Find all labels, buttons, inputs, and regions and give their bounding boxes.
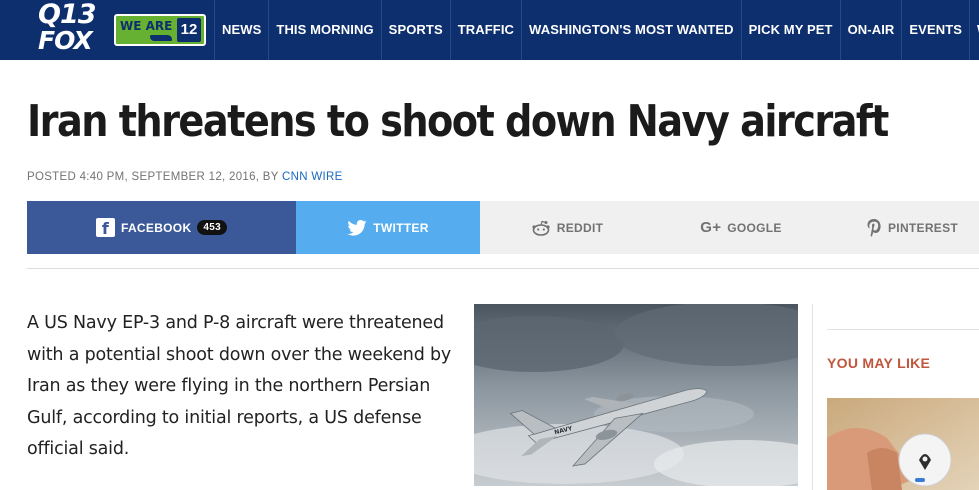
nav-item-most-wanted[interactable]: WASHINGTON'S MOST WANTED bbox=[521, 0, 741, 60]
nav-item-on-air[interactable]: ON-AIR bbox=[839, 0, 902, 60]
twitter-label: TWITTER bbox=[373, 220, 429, 235]
facebook-label: FACEBOOK bbox=[121, 220, 192, 235]
twitter-share-button[interactable]: TWITTER bbox=[296, 201, 480, 254]
facebook-share-button[interactable]: f FACEBOOK 453 bbox=[27, 201, 296, 254]
nav-item-weather[interactable]: WEATHER bbox=[969, 0, 979, 60]
author-link[interactable]: CNN WIRE bbox=[282, 171, 343, 183]
pinterest-share-button[interactable]: PINTEREST bbox=[828, 201, 979, 254]
recommended-thumbnail[interactable] bbox=[827, 398, 979, 490]
nav-item-sports[interactable]: SPORTS bbox=[380, 0, 450, 60]
article-byline: POSTED 4:40 PM, SEPTEMBER 12, 2016, BY C… bbox=[27, 171, 343, 183]
google-label: GOOGLE bbox=[727, 220, 782, 235]
google-plus-icon: G+ bbox=[700, 219, 722, 236]
sidebar-top-rule bbox=[827, 329, 979, 330]
nav-item-events[interactable]: EVENTS bbox=[901, 0, 969, 60]
you-may-like-heading: YOU MAY LIKE bbox=[827, 355, 931, 371]
badge-text: WE ARE bbox=[120, 19, 173, 33]
google-share-button[interactable]: G+ GOOGLE bbox=[654, 201, 828, 254]
pinterest-icon bbox=[866, 218, 882, 238]
reddit-label: REDDIT bbox=[556, 220, 604, 235]
we-are-12-badge[interactable]: WE ARE 12 bbox=[114, 14, 206, 46]
aircraft-photo[interactable]: NAVY bbox=[474, 304, 798, 486]
reddit-icon bbox=[531, 220, 551, 236]
q13-fox-logo[interactable]: Q13 FOX bbox=[38, 0, 102, 58]
share-bar: f FACEBOOK 453 TWITTER REDDIT G+ GOOGLE … bbox=[27, 201, 979, 254]
top-nav-bar: Q13 FOX WE ARE 12 NEWS THIS MORNING SPOR… bbox=[0, 0, 979, 60]
pinterest-label: PINTEREST bbox=[888, 220, 959, 235]
logo-line-1: Q13 bbox=[38, 0, 97, 30]
main-nav: NEWS THIS MORNING SPORTS TRAFFIC WASHING… bbox=[214, 0, 979, 60]
facebook-icon: f bbox=[96, 218, 115, 238]
badge-number: 12 bbox=[177, 18, 201, 42]
facebook-share-count: 453 bbox=[197, 220, 227, 235]
nav-item-pick-my-pet[interactable]: PICK MY PET bbox=[740, 0, 840, 60]
article-body: A US Navy EP-3 and P-8 aircraft were thr… bbox=[27, 313, 452, 459]
reddit-share-button[interactable]: REDDIT bbox=[480, 201, 654, 254]
sidebar-divider bbox=[812, 304, 813, 490]
nav-item-traffic[interactable]: TRAFFIC bbox=[449, 0, 521, 60]
article-headline: Iran threatens to shoot down Navy aircra… bbox=[27, 96, 889, 147]
nav-item-news[interactable]: NEWS bbox=[214, 0, 268, 60]
seahawks-icon bbox=[150, 35, 172, 41]
logo-line-2: FOX bbox=[38, 26, 93, 55]
nav-item-this-morning[interactable]: THIS MORNING bbox=[268, 0, 380, 60]
twitter-icon bbox=[347, 219, 367, 236]
byline-date: POSTED 4:40 PM, SEPTEMBER 12, 2016, BY bbox=[27, 171, 283, 183]
share-divider bbox=[27, 268, 979, 269]
